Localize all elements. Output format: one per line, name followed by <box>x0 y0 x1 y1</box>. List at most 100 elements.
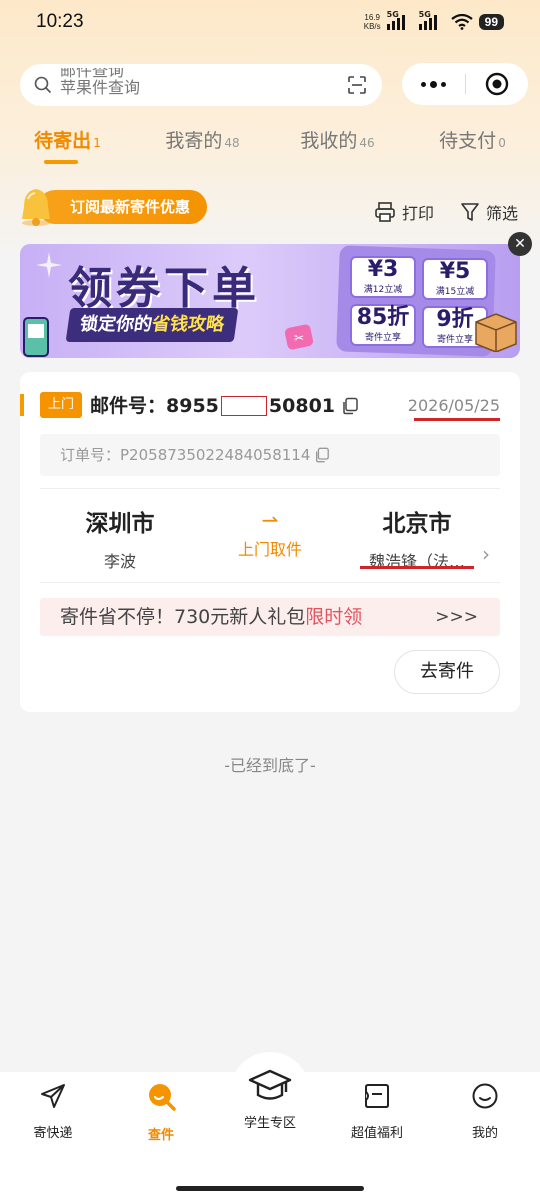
signal-icon: 5G <box>418 10 445 30</box>
promo-text: 寄件省不停！730元新人礼包 <box>60 606 306 628</box>
search-track-icon <box>149 1084 176 1111</box>
search-placeholder: 邮件查询 苹果件查询 <box>60 68 340 102</box>
copy-icon[interactable] <box>341 397 359 415</box>
tabbar-item-track[interactable]: 查件 <box>116 1082 206 1143</box>
end-of-list-note: -已经到底了- <box>224 756 316 775</box>
receiver-red-underline <box>360 566 474 569</box>
coupon-condition: 满15立减 <box>435 287 475 297</box>
smile-icon <box>472 1083 498 1109</box>
banner-subtitle-highlight: 省钱攻略 <box>150 314 226 335</box>
bell-icon <box>22 189 50 226</box>
coupon-condition: 满12立减 <box>363 285 403 295</box>
filter-button[interactable]: 筛选 <box>460 200 518 224</box>
pickup-badge: 上门 <box>40 392 82 418</box>
search-placeholder-line2: 苹果件查询 <box>60 78 141 97</box>
tab-label: 我寄的 <box>165 130 223 152</box>
signal-icon: 5G <box>386 10 413 30</box>
svg-text:✂: ✂ <box>294 331 304 345</box>
status-indicators: 16.9 KB/s 5G 5G 99 <box>364 10 504 31</box>
divider <box>40 488 500 489</box>
banner-subtitle-prefix: 锁定你的 <box>78 314 154 335</box>
mini-program-capsule <box>402 63 528 105</box>
filter-label: 筛选 <box>486 204 519 223</box>
service-label: 上门取件 <box>237 540 302 559</box>
subscribe-label: 订阅最新寄件优惠 <box>38 190 208 224</box>
mail-number: 邮件号： 8955 50801 <box>90 392 359 420</box>
tabbar-item-send[interactable]: 寄快递 <box>8 1082 98 1141</box>
tabbar-label: 我的 <box>471 1126 498 1141</box>
close-icon[interactable]: ✕ <box>508 232 532 256</box>
tab-my-sent[interactable]: 我寄的 48 <box>135 126 270 166</box>
promo-strip[interactable]: 寄件省不停！730元新人礼包限时领 >>> <box>40 598 500 636</box>
net-speed-value: 16.9 <box>364 13 380 22</box>
copy-icon[interactable] <box>314 447 330 463</box>
coupon-value: 85折 <box>356 305 410 330</box>
divider <box>40 582 500 583</box>
chevron-right-icon[interactable]: › <box>482 542 490 566</box>
close-program-icon[interactable] <box>466 72 528 96</box>
phone-icon <box>23 317 49 357</box>
coupon-card: ¥5 满15立减 <box>422 258 488 300</box>
scan-icon[interactable] <box>348 76 366 94</box>
package-box-icon <box>475 313 517 352</box>
tabbar-item-me[interactable]: 我的 <box>440 1082 530 1141</box>
tab-pending-send[interactable]: 待寄出 1 <box>0 126 135 166</box>
order-number-row: 订单号： P2058735022484058114 <box>40 434 500 476</box>
tab-label: 我收的 <box>300 130 358 152</box>
mail-number-label: 邮件号： <box>90 395 167 417</box>
tabbar-label: 学生专区 <box>243 1116 296 1131</box>
promo-more: >>> <box>435 607 478 627</box>
coupon-value: ¥5 <box>439 259 471 284</box>
tab-count: 48 <box>224 136 240 150</box>
order-status-tabs: 待寄出 1 我寄的 48 我收的 46 待支付 0 <box>0 126 540 166</box>
banner-subtitle: 锁定你的省钱攻略 <box>65 308 239 342</box>
tab-count: 1 <box>93 136 101 150</box>
active-tab-underline <box>44 160 78 164</box>
more-menu-icon[interactable] <box>402 80 465 88</box>
banner-title: 领券下单 <box>68 263 260 314</box>
receiver-info: 北京市 魏浩锋（法… <box>350 504 484 572</box>
order-number: P2058735022484058114 <box>120 446 311 464</box>
tab-count: 46 <box>359 136 375 150</box>
tab-label: 待支付 <box>439 130 497 152</box>
coupon-condition: 寄件立享 <box>364 333 401 343</box>
go-send-button[interactable]: 去寄件 <box>394 650 500 694</box>
tabbar-item-benefits[interactable]: 超值福利 <box>332 1082 422 1141</box>
printer-icon <box>375 202 395 222</box>
tabbar-label: 寄快递 <box>33 1126 73 1141</box>
coupon-banner[interactable]: 领券下单 锁定你的省钱攻略 ✂ ¥3 满12立减 ¥5 满15立减 85折 寄件… <box>20 244 520 358</box>
mail-number-prefix: 8955 <box>166 395 219 417</box>
status-time: 10:23 <box>36 11 84 32</box>
date-red-underline <box>414 418 500 421</box>
coupon-card: 85折 寄件立享 <box>350 304 416 346</box>
home-indicator[interactable] <box>176 1186 364 1191</box>
wifi-icon <box>450 14 473 30</box>
order-card[interactable]: 上门 邮件号： 8955 50801 2026/05/25 订单号： P2058… <box>20 372 520 712</box>
promo-highlight: 限时领 <box>305 606 363 628</box>
sender-name: 李波 <box>103 552 136 571</box>
filter-icon <box>461 203 479 221</box>
tabbar-item-student[interactable]: 学生专区 <box>225 1068 315 1131</box>
mail-number-suffix: 50801 <box>268 395 336 417</box>
status-bar: 10:23 16.9 KB/s 5G 5G 99 <box>0 0 540 44</box>
coupon-card: ¥3 满12立减 <box>350 256 416 298</box>
coupon-value: ¥3 <box>367 257 399 282</box>
tab-count: 0 <box>498 136 506 150</box>
subscribe-offers-button[interactable]: 订阅最新寄件优惠 <box>14 186 208 228</box>
tabbar-label: 查件 <box>147 1128 174 1143</box>
print-button[interactable]: 打印 <box>374 200 434 224</box>
net-speed: 16.9 KB/s <box>364 13 381 31</box>
graduation-cap-icon <box>248 1069 292 1100</box>
sender-info: 深圳市 李波 <box>70 504 170 572</box>
order-date: 2026/05/25 <box>407 396 500 415</box>
net-speed-unit: KB/s <box>363 22 381 31</box>
scissors-tag-icon: ✂ <box>284 324 314 350</box>
search-input[interactable]: 邮件查询 苹果件查询 <box>20 64 382 106</box>
bottom-tab-bar: 寄快递 查件 学生专区 超值福利 我的 <box>0 1052 540 1200</box>
tab-my-received[interactable]: 我收的 46 <box>270 126 405 166</box>
tab-pending-payment[interactable]: 待支付 0 <box>405 126 540 166</box>
tabbar-label: 超值福利 <box>350 1126 403 1141</box>
search-icon <box>34 76 52 94</box>
arrow-right-icon: ⇀ <box>261 508 279 532</box>
ticket-icon <box>365 1084 389 1108</box>
